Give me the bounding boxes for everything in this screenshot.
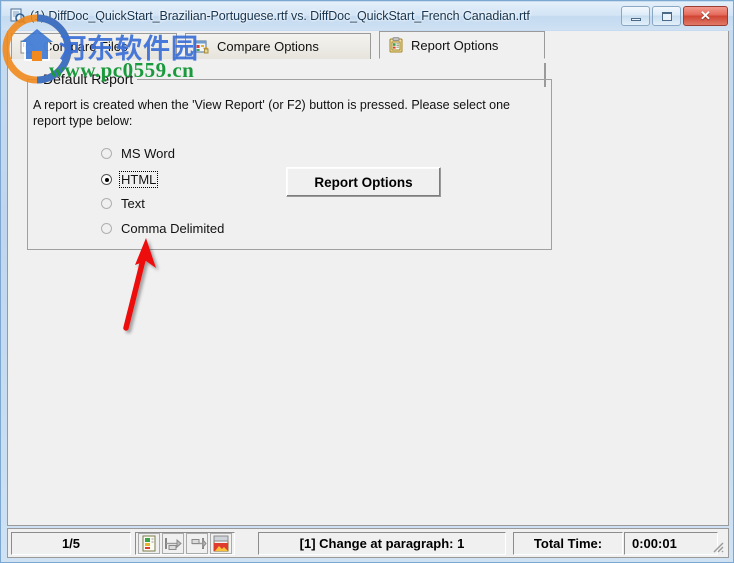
window-title: (1) DiffDoc_QuickStart_Brazilian-Portugu… <box>30 9 530 23</box>
tab-label: Compare Options <box>217 39 319 54</box>
report-view-button[interactable] <box>138 533 160 554</box>
prev-change-button[interactable] <box>162 533 184 554</box>
report-options-icon <box>388 37 404 53</box>
app-icon <box>10 8 26 24</box>
radio-indicator-html[interactable] <box>101 174 112 185</box>
radio-label: HTML <box>119 171 159 188</box>
resize-grip-icon[interactable] <box>711 540 725 554</box>
window-controls: ✕ <box>621 6 728 26</box>
total-time-value: 0:00:01 <box>624 532 718 555</box>
radio-indicator-ms-word[interactable] <box>101 148 112 159</box>
tab-label: Report Options <box>411 37 499 53</box>
page-counter: 1/5 <box>11 532 131 555</box>
report-description: A report is created when the 'View Repor… <box>33 98 511 128</box>
radio-ms-word[interactable]: MS Word <box>101 146 177 161</box>
change-info-panel: [1] Change at paragraph: 1 <box>258 532 506 555</box>
application-window: (1) DiffDoc_QuickStart_Brazilian-Portugu… <box>0 0 734 563</box>
minimize-button[interactable] <box>621 6 650 26</box>
status-icon-group <box>135 532 235 555</box>
radio-html[interactable]: HTML <box>101 171 159 188</box>
radio-label: Text <box>121 196 145 211</box>
maximize-icon <box>661 11 672 21</box>
tab-strip: Compare Files Compare Options Report Opt… <box>7 31 729 87</box>
radio-label: MS Word <box>121 146 175 161</box>
close-button[interactable]: ✕ <box>683 6 728 26</box>
report-options-button[interactable]: Report Options <box>286 167 441 197</box>
compare-files-icon <box>20 39 36 55</box>
title-bar[interactable]: (1) DiffDoc_QuickStart_Brazilian-Portugu… <box>2 2 733 30</box>
red-arrow-annotation <box>101 226 221 336</box>
total-time-label: Total Time: <box>513 532 623 555</box>
tab-label: Compare Files <box>43 39 128 54</box>
tab-compare-options[interactable]: Compare Options <box>185 33 371 59</box>
tab-report-options[interactable]: Report Options <box>379 31 545 59</box>
status-bar: 1/5 [1] Change at paragraph: 1 Total Tim… <box>7 528 729 558</box>
groupbox-legend: Default Report <box>39 71 138 87</box>
save-report-button[interactable] <box>210 533 232 554</box>
maximize-button[interactable] <box>652 6 681 26</box>
tab-compare-files[interactable]: Compare Files <box>11 33 177 59</box>
minimize-icon <box>630 17 641 21</box>
radio-indicator-text[interactable] <box>101 198 112 209</box>
radio-text[interactable]: Text <box>101 196 147 211</box>
next-change-button[interactable] <box>186 533 208 554</box>
close-icon: ✕ <box>700 8 711 23</box>
compare-options-icon <box>194 39 210 55</box>
